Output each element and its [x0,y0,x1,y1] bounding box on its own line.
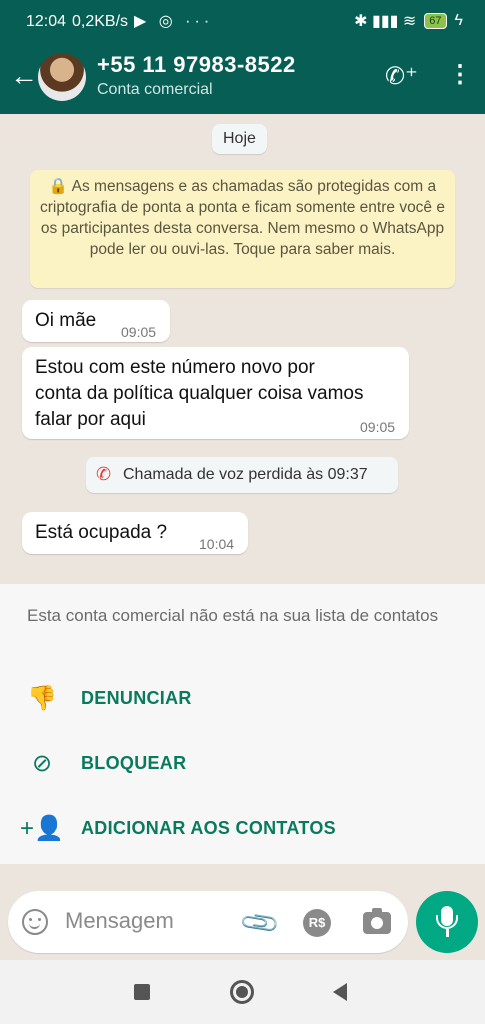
thumbs-down-icon: 👎 [27,684,57,712]
emoji-icon[interactable] [22,909,48,935]
block-button[interactable]: ⊘ BLOQUEAR [27,748,447,778]
system-nav-bar [0,960,485,1024]
recents-icon[interactable] [134,984,150,1000]
contact-subtitle[interactable]: Conta comercial [97,81,213,99]
mic-icon-arc [436,915,458,929]
message-time: 10:04 [199,536,235,552]
message-time: 09:05 [121,324,157,340]
status-bar: 12:04 0,2KB/s ▶ ◎ ··· ✱ ▮▮▮ ≋ 67 ϟ [0,0,485,44]
camera-icon[interactable] [363,908,391,934]
status-right-icons: ✱ ▮▮▮ ≋ 67 ϟ [354,11,463,31]
charging-icon: ϟ [454,12,463,29]
encryption-notice[interactable]: 🔒 As mensagens e as chamadas são protegi… [30,170,455,288]
business-info-text: Esta conta comercial não está na sua lis… [27,606,439,625]
attach-icon[interactable]: 📎 [238,901,283,946]
message-bubble[interactable]: Está ocupada ? 10:04 [22,512,248,554]
status-notification-icons: ▶ ◎ ··· [134,13,214,30]
mic-icon-stem [446,929,449,937]
message-text: Estou com este número novo por conta da … [35,357,364,430]
add-contact-label: ADICIONAR AOS CONTATOS [81,817,336,838]
back-arrow-icon[interactable]: ← [10,62,38,90]
message-time: 09:05 [360,419,396,435]
message-input[interactable]: Mensagem 📎 R$ [8,891,408,953]
payment-icon[interactable]: R$ [303,909,331,937]
home-icon[interactable] [230,980,254,1004]
report-label: DENUNCIAR [81,687,192,708]
message-text: Está ocupada ? [35,522,168,543]
business-contact-panel: Esta conta comercial não está na sua lis… [0,584,485,864]
avatar[interactable] [38,53,86,101]
status-time: 12:04 [26,13,67,30]
missed-call-notice[interactable]: ✆ Chamada de voz perdida às 09:37 [86,457,398,493]
report-button[interactable]: 👎 DENUNCIAR [27,683,447,713]
battery-icon: 67 [424,13,447,29]
status-signal-icons: ✱ ▮▮▮ ≋ [354,13,417,30]
add-call-icon[interactable]: ✆⁺ [385,62,418,91]
chat-area[interactable]: Hoje 🔒 As mensagens e as chamadas são pr… [0,114,485,584]
chat-header: ← +55 11 97983-8522 Conta comercial ✆⁺ ⋮ [0,44,485,114]
block-icon: ⊘ [31,749,53,777]
missed-call-icon: ✆ [96,464,112,484]
status-network-speed: 0,2KB/s [72,13,129,30]
missed-call-text: Chamada de voz perdida às 09:37 [123,466,368,483]
message-text: Oi mãe [35,310,97,331]
contact-title[interactable]: +55 11 97983-8522 [97,52,296,78]
message-bubble[interactable]: Estou com este número novo por conta da … [22,347,409,439]
add-person-icon: +👤 [20,814,64,842]
block-label: BLOQUEAR [81,752,187,773]
date-chip: Hoje [212,124,267,154]
mic-button[interactable] [416,891,478,953]
message-bubble[interactable]: Oi mãe 09:05 [22,300,170,342]
more-menu-icon[interactable]: ⋮ [448,60,472,89]
message-placeholder[interactable]: Mensagem [65,908,174,934]
message-composer: Mensagem 📎 R$ [0,864,485,960]
back-icon[interactable] [333,983,347,1001]
add-contact-button[interactable]: +👤 ADICIONAR AOS CONTATOS [20,813,447,843]
